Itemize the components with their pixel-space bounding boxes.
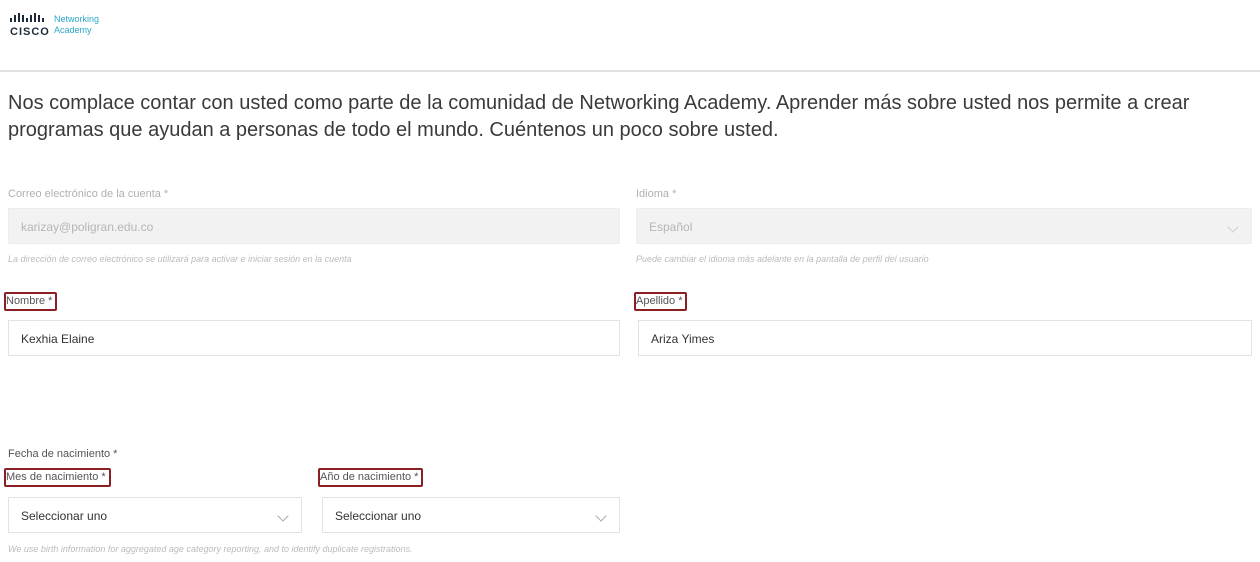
birth-year-label: Año de nacimiento * — [318, 468, 424, 487]
birth-year-select[interactable]: Seleccionar uno — [322, 497, 620, 533]
birth-date-label: Fecha de nacimiento * — [8, 448, 118, 460]
first-name-input[interactable]: Kexhia Elaine — [8, 320, 620, 356]
last-name-input[interactable]: Ariza Yimes — [638, 320, 1252, 356]
email-value: karizay@poligran.edu.co — [21, 220, 154, 234]
last-name-value: Ariza Yimes — [651, 332, 715, 346]
language-select: Español — [636, 208, 1252, 244]
email-field: karizay@poligran.edu.co — [8, 208, 620, 244]
birth-month-select[interactable]: Seleccionar uno — [8, 497, 302, 533]
birth-help-text: We use birth information for aggregated … — [8, 544, 413, 554]
language-help-text: Puede cambiar el idioma más adelante en … — [636, 254, 929, 264]
registration-page: CISCO Networking Academy Nos complace co… — [0, 0, 1260, 562]
first-name-value: Kexhia Elaine — [21, 332, 95, 346]
birth-year-value: Seleccionar uno — [335, 509, 422, 523]
intro-text: Nos complace contar con usted como parte… — [8, 92, 1190, 141]
chevron-down-icon — [1227, 221, 1239, 233]
language-label: Idioma * — [636, 188, 677, 200]
birth-month-value: Seleccionar uno — [21, 509, 108, 523]
chevron-down-icon — [595, 510, 607, 522]
cisco-wordmark: CISCO — [10, 26, 50, 38]
language-value: Español — [649, 220, 693, 234]
brand-subtitle: Networking Academy — [54, 14, 99, 36]
chevron-down-icon — [277, 510, 289, 522]
header: CISCO Networking Academy — [0, 0, 1260, 72]
brand-line-networking: Networking — [54, 14, 100, 24]
brand-line-academy: Academy — [54, 25, 92, 35]
first-name-label: Nombre * — [4, 292, 58, 311]
email-label: Correo electrónico de la cuenta * — [8, 188, 169, 200]
birth-month-label: Mes de nacimiento * — [4, 468, 111, 487]
last-name-label: Apellido * — [634, 292, 688, 311]
cisco-bars-icon — [10, 13, 44, 22]
email-help-text: La dirección de correo electrónico se ut… — [8, 254, 352, 264]
